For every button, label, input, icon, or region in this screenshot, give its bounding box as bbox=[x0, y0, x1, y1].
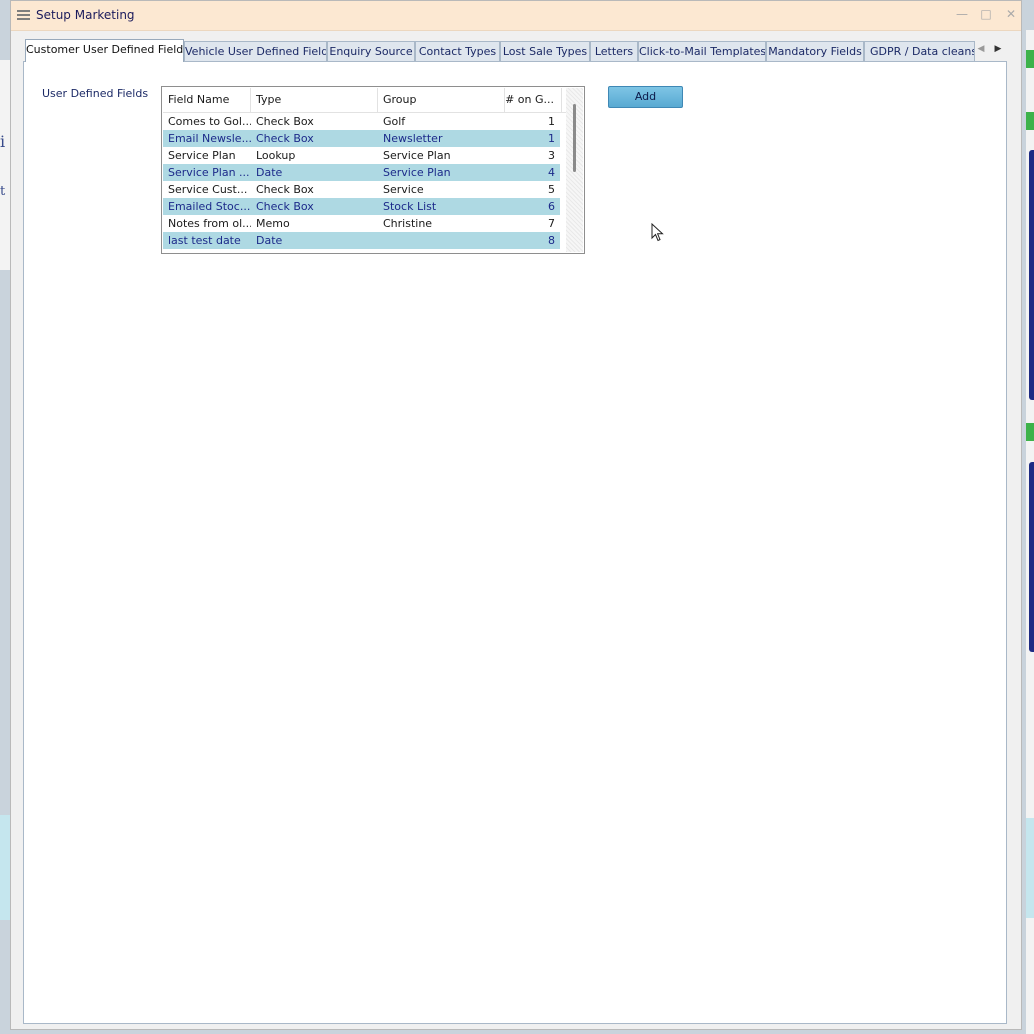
cell-field-name: Email Newsle... bbox=[168, 132, 251, 145]
column-header-field-name[interactable]: Field Name bbox=[163, 88, 251, 112]
table-row[interactable]: last test date Date 8 bbox=[163, 232, 560, 249]
cell-group: Service Plan bbox=[383, 149, 451, 162]
user-defined-fields-label: User Defined Fields bbox=[42, 87, 149, 100]
cell-field-name: Emailed Stoc... bbox=[168, 200, 251, 213]
scrollbar-thumb[interactable] bbox=[573, 104, 576, 172]
mouse-cursor-icon bbox=[651, 223, 664, 242]
cell-type: Check Box bbox=[256, 132, 314, 145]
cell-type: Check Box bbox=[256, 200, 314, 213]
add-button[interactable]: Add bbox=[608, 86, 683, 108]
cell-number: 8 bbox=[548, 234, 555, 247]
grid-vertical-scrollbar[interactable] bbox=[566, 88, 583, 252]
table-row[interactable]: Email Newsle... Check Box Newsletter 1 bbox=[163, 130, 560, 147]
cell-field-name: Comes to Gol... bbox=[168, 115, 251, 128]
cell-type: Date bbox=[256, 234, 283, 247]
cell-group: Golf bbox=[383, 115, 406, 128]
cell-field-name: Service Cust... bbox=[168, 183, 248, 196]
tab-gdpr-data-cleansing[interactable]: GDPR / Data cleansin bbox=[864, 41, 975, 61]
table-row[interactable]: Service Plan Lookup Service Plan 3 bbox=[163, 147, 560, 164]
cell-field-name: Service Plan bbox=[168, 149, 236, 162]
cell-type: Check Box bbox=[256, 115, 314, 128]
cell-group: Stock List bbox=[383, 200, 437, 213]
tab-contact-types[interactable]: Contact Types bbox=[415, 41, 500, 61]
tab-click-to-mail-templates[interactable]: Click-to-Mail Templates bbox=[638, 41, 766, 61]
tab-mandatory-fields[interactable]: Mandatory Fields bbox=[766, 41, 864, 61]
cell-number: 1 bbox=[548, 115, 555, 128]
cell-group: Service Plan bbox=[383, 166, 451, 179]
minimize-button[interactable]: — bbox=[955, 7, 969, 21]
close-button[interactable]: ✕ bbox=[1004, 7, 1018, 21]
tab-panel: User Defined Fields Field Name Type Grou… bbox=[23, 61, 1007, 1024]
hamburger-menu-icon[interactable] bbox=[17, 10, 30, 20]
cell-field-name: Notes from ol... bbox=[168, 217, 251, 230]
column-header-number-on-group[interactable]: # on G... bbox=[505, 88, 562, 112]
tab-customer-user-defined-fields[interactable]: Customer User Defined Fields bbox=[25, 39, 184, 62]
background-green-strip bbox=[1026, 112, 1034, 130]
user-defined-fields-grid[interactable]: Field Name Type Group # on G... Comes to… bbox=[161, 86, 585, 254]
tab-letters[interactable]: Letters bbox=[590, 41, 638, 61]
column-header-type[interactable]: Type bbox=[251, 88, 378, 112]
background-green-strip bbox=[1026, 423, 1034, 441]
background-app-right-lower bbox=[1026, 818, 1034, 918]
cell-field-name: last test date bbox=[168, 234, 241, 247]
cell-number: 5 bbox=[548, 183, 555, 196]
cell-number: 6 bbox=[548, 200, 555, 213]
tab-strip: Customer User Defined Fields Vehicle Use… bbox=[25, 39, 1005, 62]
cell-number: 4 bbox=[548, 166, 555, 179]
cell-group: Newsletter bbox=[383, 132, 443, 145]
maximize-button[interactable]: □ bbox=[979, 7, 993, 21]
grid-rows: Comes to Gol... Check Box Golf 1 Email N… bbox=[163, 113, 560, 249]
cell-type: Lookup bbox=[256, 149, 296, 162]
cell-number: 7 bbox=[548, 217, 555, 230]
background-navy-bar bbox=[1029, 150, 1034, 400]
table-row[interactable]: Notes from ol... Memo Christine 7 bbox=[163, 215, 560, 232]
background-green-strip bbox=[1026, 50, 1034, 68]
cell-number: 3 bbox=[548, 149, 555, 162]
tab-lost-sale-types[interactable]: Lost Sale Types bbox=[500, 41, 590, 61]
cell-group bbox=[378, 232, 505, 249]
tab-scroll-right-icon[interactable]: ▶ bbox=[992, 42, 1004, 56]
table-row[interactable]: Service Cust... Check Box Service 5 bbox=[163, 181, 560, 198]
column-header-group[interactable]: Group bbox=[378, 88, 505, 112]
cell-type: Date bbox=[256, 166, 283, 179]
window-title: Setup Marketing bbox=[36, 8, 135, 22]
table-row[interactable]: Service Plan ... Date Service Plan 4 bbox=[163, 164, 560, 181]
cell-field-name: Service Plan ... bbox=[168, 166, 250, 179]
cell-group: Service bbox=[383, 183, 424, 196]
background-navy-bar bbox=[1029, 462, 1034, 652]
setup-marketing-window: Setup Marketing — □ ✕ Customer User Defi… bbox=[10, 0, 1022, 1030]
background-glyph: t bbox=[0, 184, 6, 199]
background-glyph: i bbox=[0, 132, 6, 151]
cell-type: Memo bbox=[256, 217, 290, 230]
cell-number: 1 bbox=[548, 132, 555, 145]
table-row[interactable]: Emailed Stoc... Check Box Stock List 6 bbox=[163, 198, 560, 215]
grid-header: Field Name Type Group # on G... bbox=[163, 88, 569, 113]
cell-group: Christine bbox=[383, 217, 433, 230]
tab-enquiry-source[interactable]: Enquiry Source bbox=[327, 41, 415, 61]
table-row[interactable]: Comes to Gol... Check Box Golf 1 bbox=[163, 113, 560, 130]
tab-scroll-left-icon[interactable]: ◀ bbox=[975, 42, 987, 56]
title-bar[interactable]: Setup Marketing — □ ✕ bbox=[11, 1, 1021, 31]
tab-vehicle-user-defined-fields[interactable]: Vehicle User Defined Fields bbox=[184, 41, 327, 61]
cell-type: Check Box bbox=[256, 183, 314, 196]
